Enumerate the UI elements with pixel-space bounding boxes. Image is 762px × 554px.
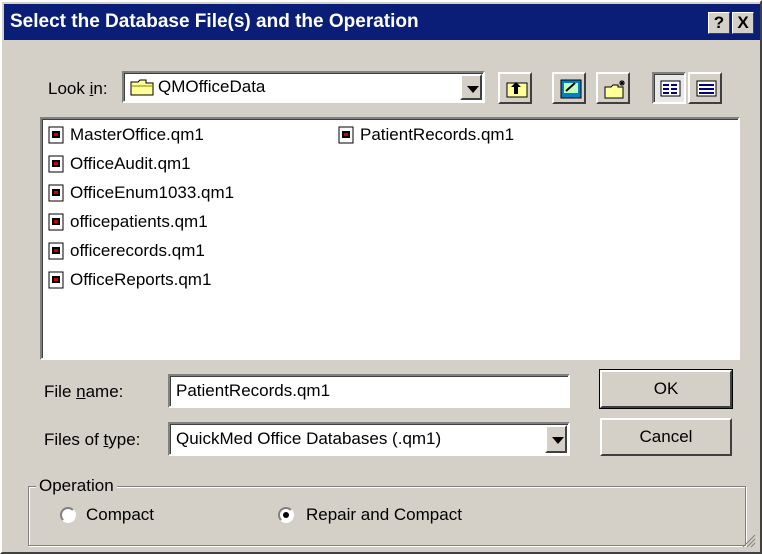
file-type-dropdown[interactable]: QuickMed Office Databases (.qm1): [168, 422, 570, 456]
chevron-down-icon: [552, 437, 564, 444]
open-database-dialog: Select the Database File(s) and the Oper…: [0, 0, 762, 554]
file-type-label: Files of type:: [44, 430, 141, 449]
list-view-button[interactable]: [652, 72, 686, 104]
look-in-label: Look in:: [48, 79, 108, 98]
database-file-icon: [48, 155, 64, 173]
list-view-icon: [660, 80, 681, 97]
help-button[interactable]: ?: [708, 12, 730, 34]
cancel-button[interactable]: Cancel: [600, 418, 732, 456]
database-file-icon: [48, 184, 64, 202]
file-name-value: PatientRecords.qm1: [176, 381, 331, 400]
compact-radio[interactable]: [60, 507, 76, 523]
operation-group-title: Operation: [36, 476, 117, 496]
file-name-label: File name:: [44, 382, 124, 401]
repair-and-compact-radio[interactable]: [278, 507, 294, 523]
compact-radio-label[interactable]: Compact: [86, 505, 154, 525]
repair-and-compact-radio-label[interactable]: Repair and Compact: [306, 505, 462, 525]
help-icon: ?: [713, 13, 725, 32]
dialog-title: Select the Database File(s) and the Oper…: [10, 11, 419, 32]
database-file-icon: [48, 213, 64, 231]
up-one-level-icon: [506, 82, 528, 98]
details-view-button[interactable]: [688, 72, 722, 104]
folder-icon: [130, 79, 154, 96]
file-list[interactable]: MasterOffice.qm1 OfficeAudit.qm1 OfficeE…: [40, 117, 740, 360]
resize-grip-icon[interactable]: [742, 534, 756, 548]
up-one-level-button[interactable]: [498, 72, 532, 104]
desktop-icon: [560, 79, 582, 99]
look-in-dropdown-button[interactable]: [460, 74, 482, 100]
new-folder-icon: [604, 80, 625, 99]
database-file-icon: [48, 271, 64, 289]
look-in-dropdown[interactable]: QMOfficeData: [122, 71, 485, 103]
database-file-icon: [338, 126, 354, 144]
details-view-icon: [696, 80, 717, 97]
database-file-icon: [48, 126, 64, 144]
close-button[interactable]: X: [732, 12, 754, 34]
close-icon: X: [737, 13, 749, 32]
title-bar[interactable]: Select the Database File(s) and the Oper…: [4, 4, 760, 40]
desktop-button[interactable]: [552, 72, 586, 104]
ok-button[interactable]: OK: [599, 369, 733, 409]
chevron-down-icon: [467, 86, 479, 93]
file-type-dropdown-button[interactable]: [545, 425, 567, 453]
file-name-input[interactable]: PatientRecords.qm1: [168, 374, 570, 408]
new-folder-button[interactable]: [596, 72, 630, 104]
look-in-value: QMOfficeData: [158, 77, 266, 96]
database-file-icon: [48, 242, 64, 260]
radio-selected-dot: [283, 512, 289, 518]
file-type-value: QuickMed Office Databases (.qm1): [176, 429, 442, 448]
